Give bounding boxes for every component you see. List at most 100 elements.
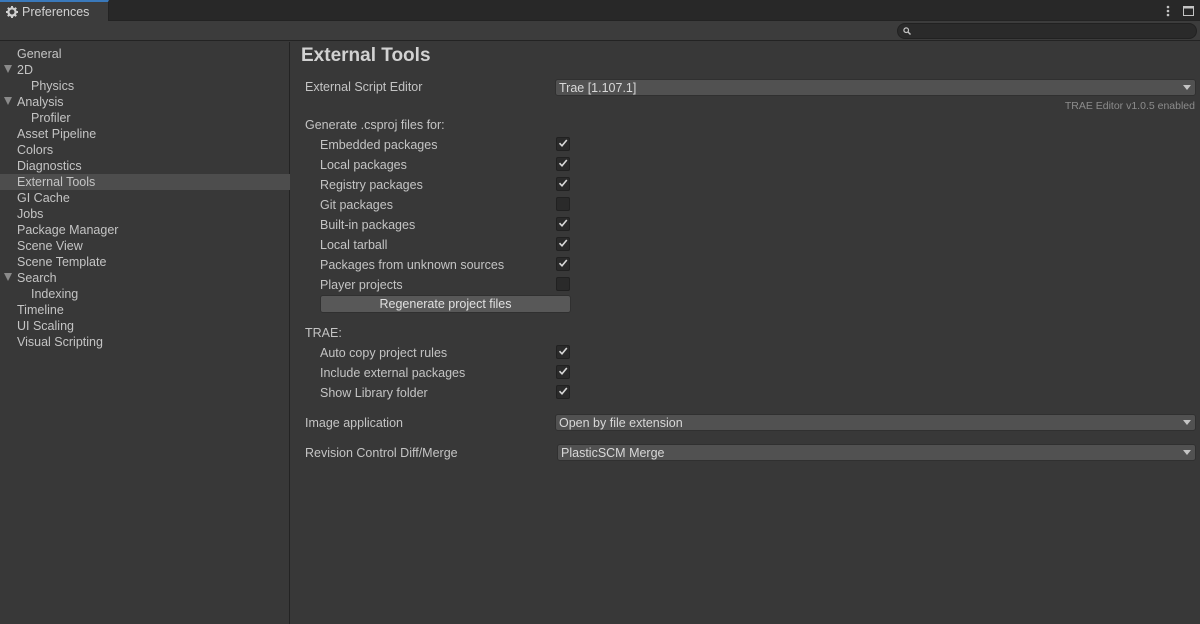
sidebar-item-label: Scene Template bbox=[17, 255, 107, 269]
expand-arrow-icon[interactable] bbox=[4, 65, 12, 73]
sidebar-item-2d[interactable]: 2D bbox=[0, 62, 290, 78]
checkmark-icon bbox=[558, 137, 568, 151]
built-in-packages-checkbox[interactable] bbox=[556, 217, 570, 231]
expand-arrow-icon[interactable] bbox=[4, 273, 12, 281]
checkmark-icon bbox=[558, 157, 568, 171]
sidebar-item-physics[interactable]: Physics bbox=[0, 78, 290, 94]
local-tarball-label: Local tarball bbox=[320, 238, 388, 252]
tab-title: Preferences bbox=[22, 5, 90, 19]
sidebar-item-label: Indexing bbox=[31, 287, 79, 301]
sidebar-item-label: General bbox=[17, 47, 62, 61]
sidebar-item-label: Search bbox=[17, 271, 57, 285]
unknown-sources-checkbox[interactable] bbox=[556, 257, 570, 271]
checkmark-icon bbox=[558, 385, 568, 399]
external-script-editor-dropdown[interactable]: Trae [1.107.1] bbox=[555, 79, 1196, 96]
chevron-down-icon bbox=[1183, 450, 1191, 455]
sidebar-item-label: Physics bbox=[31, 79, 75, 93]
include-external-packages-checkbox[interactable] bbox=[556, 365, 570, 379]
external-tools-panel: External Tools External Script Editor Tr… bbox=[291, 42, 1200, 624]
embedded-packages-label: Embedded packages bbox=[320, 138, 438, 152]
sidebar-item-label: Asset Pipeline bbox=[17, 127, 97, 141]
show-library-folder-label: Show Library folder bbox=[320, 386, 428, 400]
dropdown-value: Trae [1.107.1] bbox=[559, 80, 637, 95]
image-application-dropdown[interactable]: Open by file extension bbox=[555, 414, 1196, 431]
page-title: External Tools bbox=[301, 45, 431, 66]
sidebar-item-label: External Tools bbox=[17, 175, 96, 189]
gear-icon bbox=[6, 6, 18, 18]
checkmark-icon bbox=[558, 217, 568, 231]
sidebar-item-gi-cache[interactable]: GI Cache bbox=[0, 190, 290, 206]
preferences-sidebar: General 2D Physics Analysis Profiler Ass… bbox=[0, 42, 290, 624]
checkmark-icon bbox=[558, 345, 568, 359]
sidebar-item-colors[interactable]: Colors bbox=[0, 142, 290, 158]
sidebar-item-label: Analysis bbox=[17, 95, 64, 109]
chevron-down-icon bbox=[1183, 85, 1191, 90]
sidebar-item-label: Visual Scripting bbox=[17, 335, 103, 349]
registry-packages-label: Registry packages bbox=[320, 178, 423, 192]
sidebar-item-label: Jobs bbox=[17, 207, 44, 221]
sidebar-item-label: UI Scaling bbox=[17, 319, 74, 333]
include-external-packages-label: Include external packages bbox=[320, 366, 466, 380]
checkmark-icon bbox=[558, 257, 568, 271]
checkmark-icon bbox=[558, 365, 568, 379]
sidebar-item-general[interactable]: General bbox=[0, 46, 290, 62]
unknown-sources-label: Packages from unknown sources bbox=[320, 258, 505, 272]
embedded-packages-checkbox[interactable] bbox=[556, 137, 570, 151]
regenerate-project-files-button[interactable]: Regenerate project files bbox=[320, 295, 571, 313]
sidebar-item-ui-scaling[interactable]: UI Scaling bbox=[0, 318, 290, 334]
generate-csproj-label: Generate .csproj files for: bbox=[305, 118, 445, 132]
expand-arrow-icon[interactable] bbox=[4, 97, 12, 105]
revision-control-dropdown[interactable]: PlasticSCM Merge bbox=[557, 444, 1196, 461]
window-tabstrip: Preferences bbox=[0, 0, 1200, 22]
revision-control-label: Revision Control Diff/Merge bbox=[305, 446, 458, 460]
sidebar-item-scene-view[interactable]: Scene View bbox=[0, 238, 290, 254]
sidebar-item-label: 2D bbox=[17, 63, 33, 77]
sidebar-item-label: Scene View bbox=[17, 239, 83, 253]
local-packages-checkbox[interactable] bbox=[556, 157, 570, 171]
sidebar-item-search[interactable]: Search bbox=[0, 270, 290, 286]
player-projects-label: Player projects bbox=[320, 278, 403, 292]
sidebar-item-asset-pipeline[interactable]: Asset Pipeline bbox=[0, 126, 290, 142]
sidebar-item-external-tools[interactable]: External Tools bbox=[0, 174, 290, 190]
preferences-toolbar bbox=[0, 21, 1200, 41]
trae-section-label: TRAE: bbox=[305, 326, 342, 340]
sidebar-item-indexing[interactable]: Indexing bbox=[0, 286, 290, 302]
external-script-editor-label: External Script Editor bbox=[305, 80, 423, 94]
tab-preferences[interactable]: Preferences bbox=[0, 0, 109, 22]
show-library-folder-checkbox[interactable] bbox=[556, 385, 570, 399]
sidebar-item-label: Timeline bbox=[17, 303, 64, 317]
more-menu-icon[interactable] bbox=[1162, 3, 1174, 19]
sidebar-item-label: Profiler bbox=[31, 111, 71, 125]
sidebar-item-visual-scripting[interactable]: Visual Scripting bbox=[0, 334, 290, 350]
window-controls bbox=[1162, 2, 1194, 20]
sidebar-item-label: Colors bbox=[17, 143, 54, 157]
sidebar-item-jobs[interactable]: Jobs bbox=[0, 206, 290, 222]
git-packages-checkbox[interactable] bbox=[556, 197, 570, 211]
dropdown-value: PlasticSCM Merge bbox=[561, 445, 665, 460]
chevron-down-icon bbox=[1183, 420, 1191, 425]
git-packages-label: Git packages bbox=[320, 198, 393, 212]
auto-copy-rules-checkbox[interactable] bbox=[556, 345, 570, 359]
dropdown-value: Open by file extension bbox=[559, 415, 683, 430]
built-in-packages-label: Built-in packages bbox=[320, 218, 416, 232]
player-projects-checkbox[interactable] bbox=[556, 277, 570, 291]
image-application-label: Image application bbox=[305, 416, 403, 430]
search-icon bbox=[903, 24, 911, 38]
local-packages-label: Local packages bbox=[320, 158, 407, 172]
sidebar-item-scene-template[interactable]: Scene Template bbox=[0, 254, 290, 270]
sidebar-item-package-manager[interactable]: Package Manager bbox=[0, 222, 290, 238]
maximize-icon[interactable] bbox=[1182, 3, 1194, 19]
sidebar-item-label: Package Manager bbox=[17, 223, 119, 237]
local-tarball-checkbox[interactable] bbox=[556, 237, 570, 251]
sidebar-item-label: Diagnostics bbox=[17, 159, 82, 173]
registry-packages-checkbox[interactable] bbox=[556, 177, 570, 191]
search-input[interactable] bbox=[915, 25, 1185, 37]
sidebar-item-label: GI Cache bbox=[17, 191, 70, 205]
search-field[interactable] bbox=[897, 23, 1197, 39]
checkmark-icon bbox=[558, 177, 568, 191]
sidebar-item-timeline[interactable]: Timeline bbox=[0, 302, 290, 318]
sidebar-item-diagnostics[interactable]: Diagnostics bbox=[0, 158, 290, 174]
sidebar-item-profiler[interactable]: Profiler bbox=[0, 110, 290, 126]
auto-copy-rules-label: Auto copy project rules bbox=[320, 346, 448, 360]
sidebar-item-analysis[interactable]: Analysis bbox=[0, 94, 290, 110]
